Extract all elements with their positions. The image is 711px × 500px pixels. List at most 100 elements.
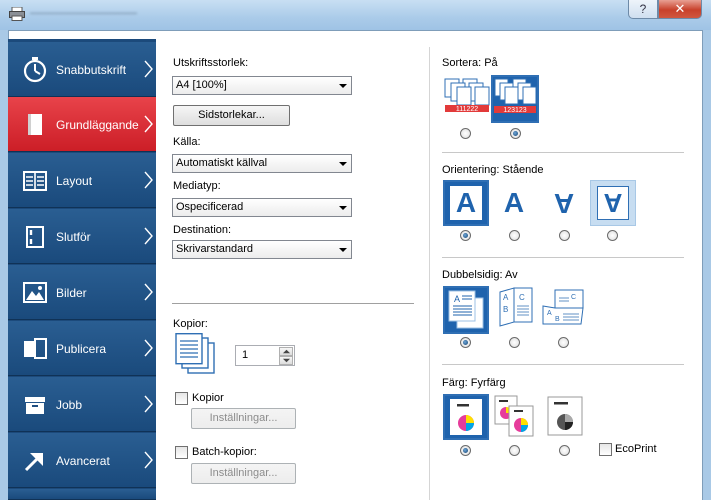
orientation-portrait-radio[interactable] (460, 230, 471, 241)
divider (442, 364, 684, 365)
nav-label: Layout (56, 174, 93, 188)
rotated-landscape-glyph: A (597, 186, 629, 220)
chevron-right-icon (144, 227, 153, 245)
collate-off-option[interactable]: 111222 (443, 75, 491, 123)
divider (172, 303, 414, 304)
arrow-icon (24, 453, 43, 472)
nav-label: Jobb (56, 398, 83, 412)
color-auto-option[interactable] (492, 394, 538, 440)
copies-stack-icon (175, 333, 215, 374)
nav-label: Slutför (56, 230, 91, 244)
copies-stepper[interactable]: 1 (235, 345, 295, 366)
copies-settings-button[interactable]: Inställningar... (191, 408, 296, 429)
duplex-off-option[interactable]: A (443, 286, 489, 334)
destination-select[interactable]: Skrivarstandard (172, 240, 352, 259)
orientation-rotated-landscape-option[interactable]: A (590, 180, 636, 226)
color-black-white-radio[interactable] (559, 445, 570, 456)
dropdown-arrow-icon (339, 206, 347, 210)
batch-copies-checkbox[interactable] (175, 446, 188, 459)
chevron-right-icon (144, 395, 153, 413)
duplex-value: Av (505, 269, 518, 281)
chevron-down-icon (282, 358, 291, 363)
sidebar: Snabbutskrift Grundläggande Layout Slutf… (8, 39, 156, 500)
color-auto-radio[interactable] (509, 445, 520, 456)
orientation-label-text: Orientering: (442, 164, 500, 176)
nav-item-snabbutskrift[interactable]: Snabbutskrift (8, 42, 156, 97)
nav-item-partial (8, 489, 156, 500)
layout-icon (23, 171, 47, 191)
chevron-right-icon (144, 171, 153, 189)
collate-off-sheet-text: 111222 (456, 106, 478, 113)
orientation-portrait-option[interactable]: A (443, 180, 489, 226)
nav-item-jobb[interactable]: Jobb (8, 377, 156, 432)
collate-label: Sortera: På (442, 57, 498, 69)
nav-item-publicera[interactable]: Publicera (8, 321, 156, 376)
chevron-right-icon (144, 451, 153, 469)
orientation-rotated-portrait-option[interactable]: A (542, 180, 588, 226)
nav-item-bilder[interactable]: Bilder (8, 265, 156, 320)
dropdown-arrow-icon (339, 162, 347, 166)
collate-label-text: Sortera: (442, 57, 482, 69)
color-black-white-option[interactable] (542, 394, 588, 440)
batch-settings-button[interactable]: Inställningar... (191, 463, 296, 484)
print-size-value: A4 [100%] (176, 79, 227, 91)
orientation-landscape-radio[interactable] (509, 230, 520, 241)
copies-checkbox-label: Kopior (192, 392, 224, 404)
orientation-rotated-landscape-radio[interactable] (607, 230, 618, 241)
collate-on-sheet-text: 123123 (503, 107, 526, 114)
chevron-right-icon (144, 60, 153, 78)
stepper-up-button[interactable] (279, 347, 293, 356)
copies-checkbox[interactable] (175, 392, 188, 405)
collate-value: På (484, 57, 498, 69)
orientation-landscape-option[interactable]: A (492, 180, 538, 226)
chevron-right-icon (144, 115, 153, 133)
nav-item-avancerat[interactable]: Avancerat (8, 433, 156, 488)
help-button[interactable]: ? (628, 0, 658, 19)
page-sizes-button[interactable]: Sidstorlekar... (173, 105, 290, 126)
duplex-label: Dubbelsidig: Av (442, 269, 518, 281)
collate-on-option[interactable]: 123123 (491, 75, 539, 123)
nav-label: Avancerat (56, 454, 110, 468)
window-title: ——————————— (30, 8, 137, 19)
duplex-short-edge-radio[interactable] (558, 337, 569, 348)
orientation-value: Stående (502, 164, 544, 176)
auto-color-pages-icon (494, 395, 534, 437)
color-full-option[interactable] (443, 394, 489, 440)
chevron-right-icon (144, 339, 153, 357)
title-bar: ——————————— ? ✕ (0, 0, 711, 30)
source-label: Källa: (173, 136, 201, 148)
media-type-value: Ospecificerad (176, 201, 244, 213)
nav-item-layout[interactable]: Layout (8, 153, 156, 208)
basic-settings-panel: Utskriftsstorlek: A4 [100%] Sidstorlekar… (156, 39, 702, 500)
orientation-rotated-portrait-radio[interactable] (559, 230, 570, 241)
svg-text:C: C (571, 294, 576, 301)
nav-item-slutfor[interactable]: Slutför (8, 209, 156, 264)
duplex-long-edge-icon: A C B (499, 287, 533, 327)
source-select[interactable]: Automatiskt källval (172, 154, 352, 173)
nav-item-grundlaggande[interactable]: Grundläggande (8, 97, 156, 152)
chevron-up-icon (282, 349, 291, 354)
page-icon (28, 114, 42, 135)
color-label: Färg: Fyrfärg (442, 377, 506, 389)
duplex-long-edge-radio[interactable] (509, 337, 520, 348)
rotated-portrait-glyph: A (553, 188, 575, 219)
duplex-short-edge-icon: C A B (542, 289, 584, 325)
image-icon (23, 282, 47, 303)
print-size-select[interactable]: A4 [100%] (172, 76, 352, 95)
nav-label: Grundläggande (56, 118, 139, 132)
close-button[interactable]: ✕ (658, 0, 702, 19)
collate-on-radio[interactable] (510, 128, 521, 139)
duplex-short-edge-option[interactable]: C A B (541, 286, 587, 334)
copies-value: 1 (242, 349, 249, 361)
dropdown-arrow-icon (339, 248, 347, 252)
portrait-glyph: A (450, 186, 482, 220)
svg-text:A: A (547, 310, 552, 317)
duplex-off-radio[interactable] (460, 337, 471, 348)
stepper-down-button[interactable] (279, 356, 293, 365)
duplex-long-edge-option[interactable]: A C B (492, 286, 538, 334)
media-type-select[interactable]: Ospecificerad (172, 198, 352, 217)
color-full-radio[interactable] (460, 445, 471, 456)
ecoprint-checkbox[interactable] (599, 443, 612, 456)
collate-off-radio[interactable] (460, 128, 471, 139)
orientation-label: Orientering: Stående (442, 164, 544, 176)
